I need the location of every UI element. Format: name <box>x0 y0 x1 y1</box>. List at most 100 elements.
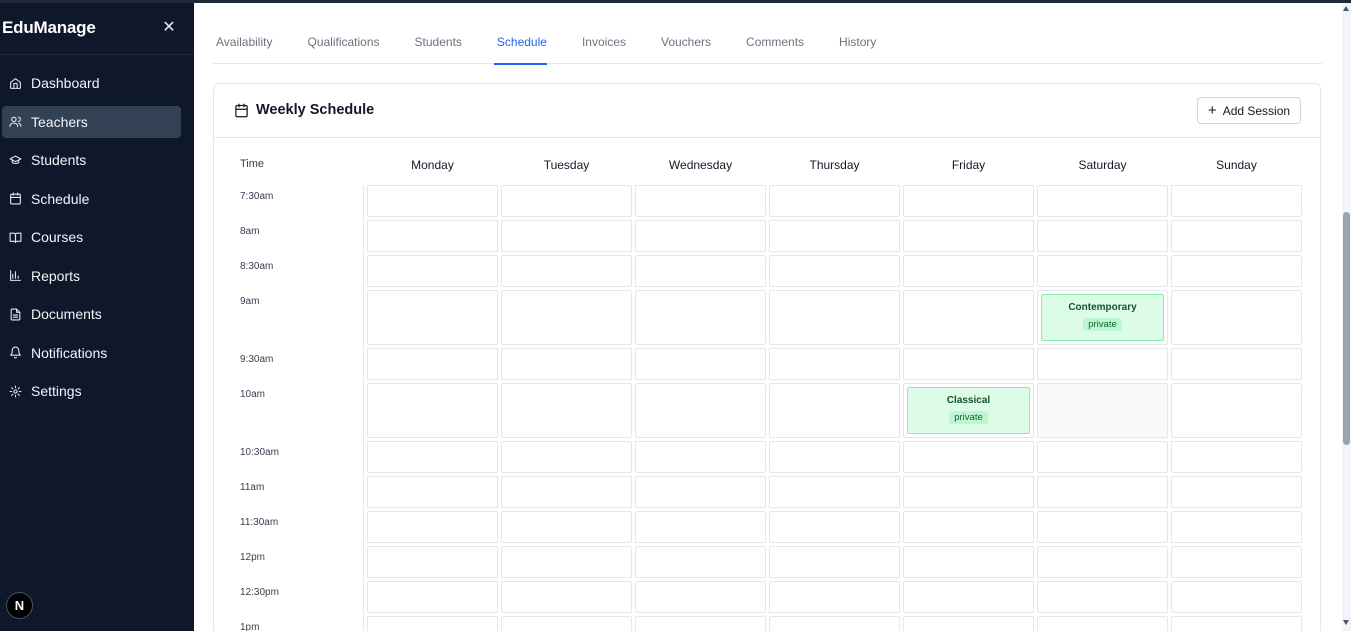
time-slot[interactable] <box>903 616 1034 631</box>
time-slot[interactable] <box>903 546 1034 578</box>
sidebar-item-teachers[interactable]: Teachers <box>2 105 181 138</box>
time-slot[interactable] <box>367 383 498 438</box>
time-slot[interactable] <box>903 290 1034 345</box>
time-slot[interactable] <box>1171 255 1302 287</box>
time-slot[interactable] <box>903 220 1034 252</box>
tab-qualifications[interactable]: Qualifications <box>304 26 379 64</box>
time-slot[interactable] <box>501 220 632 252</box>
tab-comments[interactable]: Comments <box>743 26 804 64</box>
time-slot[interactable] <box>367 581 498 613</box>
time-slot[interactable] <box>501 546 632 578</box>
time-slot[interactable] <box>903 185 1034 217</box>
time-slot[interactable] <box>1037 616 1168 631</box>
time-slot[interactable] <box>769 581 900 613</box>
time-slot[interactable] <box>1171 546 1302 578</box>
time-slot[interactable] <box>1037 511 1168 543</box>
time-slot[interactable] <box>769 220 900 252</box>
tab-invoices[interactable]: Invoices <box>579 26 626 64</box>
time-slot[interactable] <box>1037 581 1168 613</box>
sidebar-item-documents[interactable]: Documents <box>2 298 181 330</box>
sidebar-item-courses[interactable]: Courses <box>2 221 181 253</box>
time-slot[interactable] <box>903 476 1034 508</box>
time-slot[interactable] <box>769 185 900 217</box>
scrollbar[interactable] <box>1342 0 1351 631</box>
time-slot[interactable] <box>769 616 900 631</box>
time-slot[interactable] <box>1171 348 1302 380</box>
sidebar-item-notifications[interactable]: Notifications <box>2 337 181 369</box>
time-slot[interactable] <box>501 476 632 508</box>
time-slot[interactable] <box>1171 511 1302 543</box>
time-slot[interactable] <box>1037 220 1168 252</box>
time-slot[interactable] <box>1171 581 1302 613</box>
session-block[interactable]: Classical private <box>907 387 1030 434</box>
time-slot[interactable] <box>501 511 632 543</box>
sidebar-item-dashboard[interactable]: Dashboard <box>2 67 181 99</box>
time-slot[interactable] <box>635 581 766 613</box>
time-slot[interactable] <box>1171 290 1302 345</box>
time-slot[interactable] <box>367 476 498 508</box>
time-slot[interactable] <box>1171 476 1302 508</box>
tab-vouchers[interactable]: Vouchers <box>658 26 711 64</box>
time-slot[interactable] <box>1171 220 1302 252</box>
time-slot[interactable] <box>769 546 900 578</box>
scrollbar-thumb[interactable] <box>1343 212 1350 445</box>
time-slot[interactable] <box>1037 546 1168 578</box>
time-slot[interactable] <box>501 255 632 287</box>
time-slot[interactable] <box>1037 185 1168 217</box>
time-slot[interactable] <box>1037 255 1168 287</box>
time-slot[interactable] <box>635 290 766 345</box>
time-slot[interactable] <box>1037 476 1168 508</box>
time-slot[interactable] <box>1171 616 1302 631</box>
time-slot[interactable] <box>367 255 498 287</box>
time-slot[interactable] <box>635 511 766 543</box>
time-slot[interactable] <box>367 185 498 217</box>
close-icon[interactable]: ✕ <box>162 19 176 37</box>
time-slot[interactable] <box>501 581 632 613</box>
time-slot[interactable] <box>769 255 900 287</box>
time-slot[interactable] <box>501 348 632 380</box>
tab-students[interactable]: Students <box>412 26 462 64</box>
scroll-down-arrow-icon[interactable] <box>1343 620 1349 625</box>
time-slot[interactable] <box>635 616 766 631</box>
add-session-button[interactable]: + Add Session <box>1197 97 1301 124</box>
time-slot[interactable] <box>903 441 1034 473</box>
time-slot[interactable] <box>769 441 900 473</box>
tab-availability[interactable]: Availability <box>213 26 272 64</box>
time-slot[interactable] <box>367 348 498 380</box>
time-slot[interactable] <box>501 616 632 631</box>
time-slot[interactable] <box>367 441 498 473</box>
sidebar-item-schedule[interactable]: Schedule <box>2 183 181 215</box>
time-slot[interactable] <box>1171 441 1302 473</box>
time-slot[interactable] <box>769 383 900 438</box>
avatar[interactable]: N <box>6 592 33 619</box>
time-slot[interactable] <box>1037 383 1168 438</box>
time-slot[interactable] <box>635 348 766 380</box>
time-slot[interactable] <box>635 441 766 473</box>
time-slot[interactable] <box>635 383 766 438</box>
time-slot[interactable] <box>635 185 766 217</box>
time-slot[interactable] <box>903 348 1034 380</box>
time-slot[interactable] <box>635 255 766 287</box>
time-slot[interactable] <box>1171 383 1302 438</box>
time-slot[interactable] <box>903 255 1034 287</box>
time-slot[interactable] <box>367 616 498 631</box>
time-slot[interactable] <box>1037 441 1168 473</box>
time-slot[interactable] <box>501 383 632 438</box>
time-slot[interactable] <box>367 290 498 345</box>
tab-history[interactable]: History <box>836 26 876 64</box>
time-slot[interactable] <box>367 220 498 252</box>
time-slot[interactable] <box>501 441 632 473</box>
time-slot[interactable] <box>635 546 766 578</box>
time-slot[interactable] <box>1171 185 1302 217</box>
session-block[interactable]: Contemporary private <box>1041 294 1164 341</box>
sidebar-item-reports[interactable]: Reports <box>2 260 181 292</box>
sidebar-item-settings[interactable]: Settings <box>2 375 181 407</box>
time-slot[interactable] <box>769 348 900 380</box>
time-slot[interactable] <box>367 546 498 578</box>
time-slot[interactable] <box>635 220 766 252</box>
time-slot[interactable] <box>903 511 1034 543</box>
time-slot[interactable] <box>1037 348 1168 380</box>
time-slot[interactable] <box>367 511 498 543</box>
time-slot[interactable] <box>769 511 900 543</box>
time-slot[interactable] <box>501 290 632 345</box>
